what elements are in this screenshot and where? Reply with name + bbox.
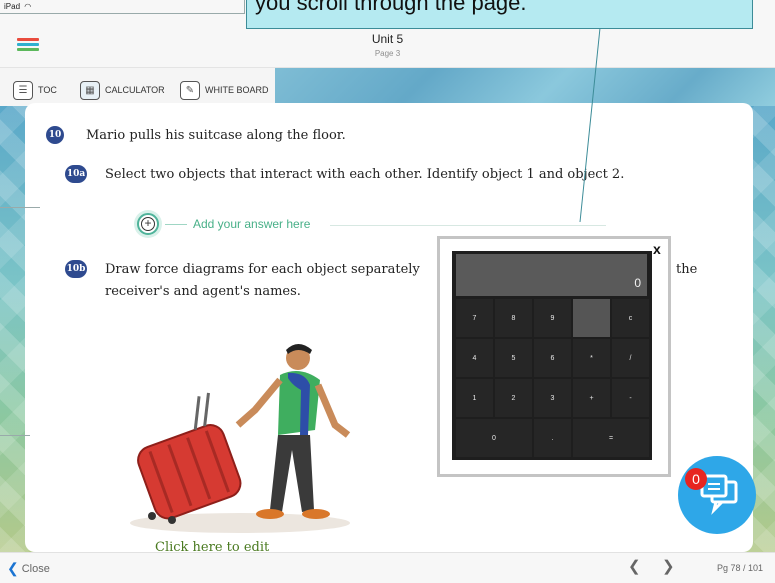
divider (165, 223, 187, 225)
calculator-button[interactable]: ▦ CALCULATOR (80, 79, 165, 101)
callout-text: you scroll through the page. (255, 0, 527, 15)
key-blank[interactable] (573, 299, 610, 337)
key-2[interactable]: 2 (495, 379, 532, 417)
key-decimal[interactable]: . (534, 419, 571, 457)
whiteboard-icon: ✎ (180, 80, 200, 100)
key-7[interactable]: 7 (456, 299, 493, 337)
question-10-text: Mario pulls his suitcase along the floor… (86, 128, 346, 143)
question-10b-text-line2: receiver's and agent's names. (105, 284, 301, 299)
key-clear[interactable]: c (612, 299, 649, 337)
key-minus[interactable]: - (612, 379, 649, 417)
frame-outline (0, 0, 245, 14)
add-answer-button[interactable]: + Add your answer here (137, 213, 310, 235)
key-equals[interactable]: = (573, 419, 649, 457)
calculator-display: 0 (456, 254, 647, 296)
calculator-close-button[interactable]: x (653, 241, 661, 257)
key-divide[interactable]: / (612, 339, 649, 377)
toc-label: TOC (38, 85, 57, 95)
page-number: Pg 78 / 101 (717, 563, 764, 573)
question-badge-10b: 10b (65, 260, 87, 278)
question-10b-text-end: the (676, 262, 698, 277)
key-plus[interactable]: + (573, 379, 610, 417)
close-label: Close (21, 562, 50, 575)
key-4[interactable]: 4 (456, 339, 493, 377)
bottom-bar (0, 552, 775, 583)
key-6[interactable]: 6 (534, 339, 571, 377)
key-3[interactable]: 3 (534, 379, 571, 417)
chevron-left-icon: ❮ (7, 560, 19, 576)
page-title: Unit 5 (371, 32, 404, 46)
toc-button[interactable]: ☰ TOC (13, 79, 57, 101)
notification-badge: 0 (685, 468, 707, 490)
annotation-callout: you scroll through the page. (246, 0, 753, 29)
next-page-button[interactable]: ❯ (662, 557, 675, 575)
question-10a-text: Select two objects that interact with ea… (105, 167, 625, 182)
key-9[interactable]: 9 (534, 299, 571, 337)
key-1[interactable]: 1 (456, 379, 493, 417)
edge-line-1 (0, 207, 40, 208)
add-answer-label: Add your answer here (193, 217, 311, 231)
question-10b-text-line1: Draw force diagrams for each object sepa… (105, 262, 420, 277)
key-8[interactable]: 8 (495, 299, 532, 337)
prev-page-button[interactable]: ❮ (628, 557, 641, 575)
chat-button[interactable] (678, 456, 756, 534)
chat-icon (700, 474, 738, 515)
toolbar-pattern (275, 68, 775, 106)
page-subtitle: Page 3 (374, 49, 401, 58)
key-5[interactable]: 5 (495, 339, 532, 377)
key-0[interactable]: 0 (456, 419, 532, 457)
key-multiply[interactable]: * (573, 339, 610, 377)
add-icon: + (137, 213, 159, 235)
suitcase-illustration (130, 344, 351, 533)
calculator-icon: ▦ (80, 80, 100, 100)
whiteboard-button[interactable]: ✎ WHITE BOARD (180, 79, 269, 101)
edge-line-2 (0, 435, 30, 436)
answer-divider (330, 225, 606, 226)
toc-icon: ☰ (13, 80, 33, 100)
question-badge-10a: 10a (65, 165, 87, 183)
question-badge-10: 10 (46, 126, 64, 144)
whiteboard-label: WHITE BOARD (205, 85, 269, 95)
edit-text-cutoff[interactable]: Click here to edit (155, 540, 269, 552)
close-button[interactable]: ❮ Close (7, 560, 50, 577)
calculator-label: CALCULATOR (105, 85, 165, 95)
